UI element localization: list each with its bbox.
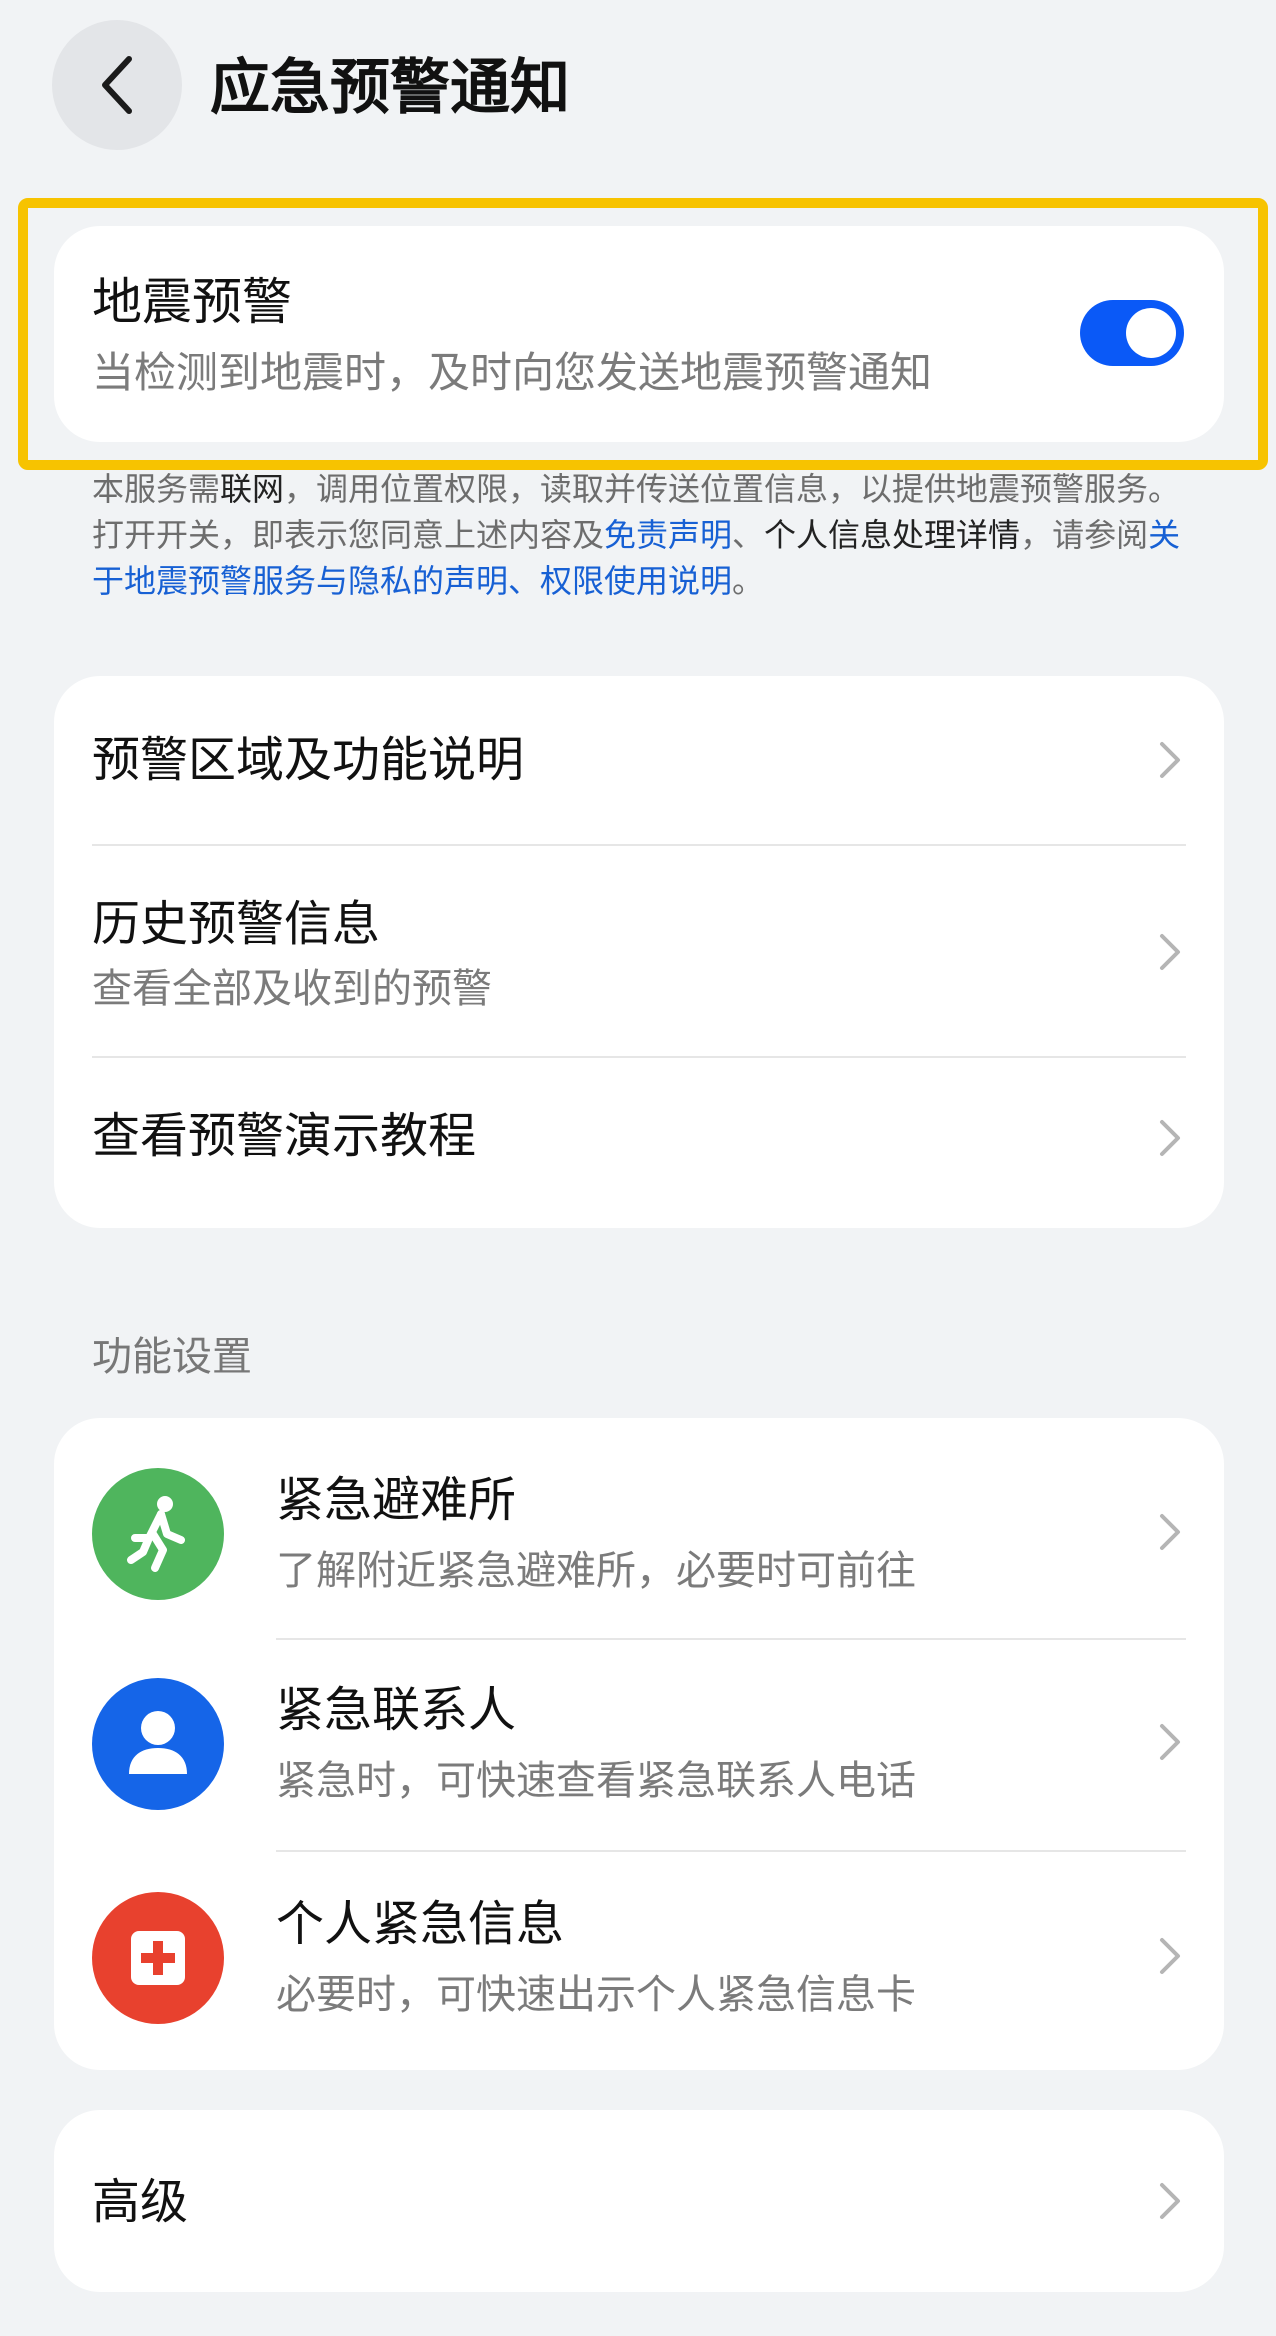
chevron-right-icon bbox=[1160, 1938, 1180, 1974]
chevron-right-icon bbox=[1160, 2183, 1180, 2219]
back-arrow-icon bbox=[102, 56, 132, 114]
disclaimer-link[interactable]: 免责声明 bbox=[604, 516, 732, 554]
notice-separator: 、 bbox=[508, 562, 541, 600]
running-person-icon bbox=[92, 1468, 224, 1600]
chevron-right-icon bbox=[1160, 1514, 1180, 1550]
notice-network-text: 联网 bbox=[220, 470, 285, 508]
privacy-notice: 本服务需联网，调用位置权限，读取并传送位置信息，以提供地震预警服务。打开开关，即… bbox=[92, 466, 1202, 604]
list-item-subtitle: 紧急时，可快速查看紧急联系人电话 bbox=[276, 1758, 916, 1804]
back-button[interactable] bbox=[52, 20, 182, 150]
chevron-right-icon bbox=[1160, 1724, 1180, 1760]
list-item-personal-emergency-info[interactable]: 个人紧急信息 必要时，可快速出示个人紧急信息卡 bbox=[54, 1852, 1224, 2070]
list-item-subtitle: 了解附近紧急避难所，必要时可前往 bbox=[276, 1548, 916, 1594]
chevron-right-icon bbox=[1160, 1120, 1180, 1156]
notice-text: 。 bbox=[732, 562, 765, 600]
list-item-title: 查看预警演示教程 bbox=[92, 1108, 477, 1164]
list-item-history[interactable]: 历史预警信息 查看全部及收到的预警 bbox=[54, 846, 1224, 1056]
person-icon bbox=[92, 1678, 224, 1810]
personal-info-details-text: 个人信息处理详情 bbox=[764, 516, 1021, 554]
list-item-warning-area[interactable]: 预警区域及功能说明 bbox=[54, 676, 1224, 844]
list-item-title: 个人紧急信息 bbox=[276, 1896, 565, 1952]
list-item-title: 高级 bbox=[92, 2174, 189, 2230]
list-item-title: 紧急联系人 bbox=[276, 1682, 517, 1738]
list-item-subtitle: 查看全部及收到的预警 bbox=[92, 966, 492, 1012]
list-item-emergency-shelter[interactable]: 紧急避难所 了解附近紧急避难所，必要时可前往 bbox=[54, 1418, 1224, 1638]
list-item-subtitle: 必要时，可快速出示个人紧急信息卡 bbox=[276, 1972, 916, 2018]
feature-list-card: 紧急避难所 了解附近紧急避难所，必要时可前往 紧急联系人 紧急时，可快速查看紧急… bbox=[54, 1418, 1224, 2070]
notice-text: 本服务需 bbox=[92, 470, 221, 508]
page-title: 应急预警通知 bbox=[210, 53, 570, 123]
list-item-title: 紧急避难所 bbox=[276, 1472, 517, 1528]
notice-separator: 、 bbox=[732, 516, 765, 554]
list-item-advanced[interactable]: 高级 bbox=[54, 2110, 1224, 2292]
highlight-frame bbox=[18, 198, 1268, 470]
list-item-title: 预警区域及功能说明 bbox=[92, 732, 525, 788]
notice-text: ，请参阅 bbox=[1020, 516, 1149, 554]
app-header: 应急预警通知 bbox=[0, 0, 1276, 170]
permission-usage-link[interactable]: 权限使用说明 bbox=[540, 562, 732, 600]
list-item-tutorial[interactable]: 查看预警演示教程 bbox=[54, 1058, 1224, 1228]
medical-cross-icon bbox=[92, 1892, 224, 2024]
chevron-right-icon bbox=[1160, 742, 1180, 778]
info-list-card: 预警区域及功能说明 历史预警信息 查看全部及收到的预警 查看预警演示教程 bbox=[54, 676, 1224, 1228]
chevron-right-icon bbox=[1160, 934, 1180, 970]
section-title: 功能设置 bbox=[92, 1334, 252, 1380]
list-item-emergency-contacts[interactable]: 紧急联系人 紧急时，可快速查看紧急联系人电话 bbox=[54, 1640, 1224, 1850]
list-item-title: 历史预警信息 bbox=[92, 896, 381, 952]
